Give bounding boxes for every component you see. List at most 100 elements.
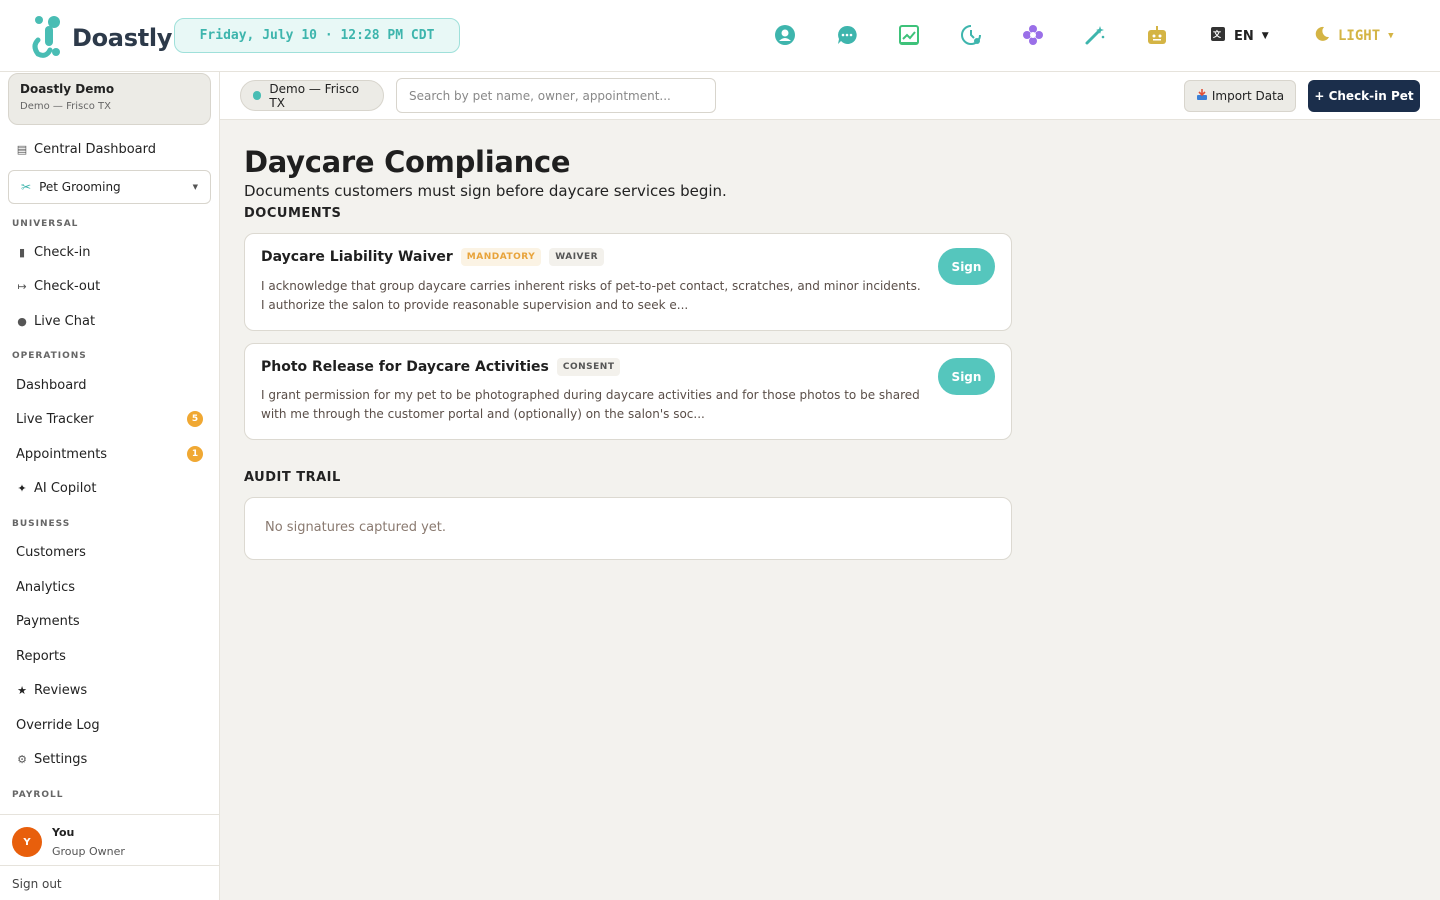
chat-icon: ● bbox=[17, 314, 27, 328]
user-role: Group Owner bbox=[52, 845, 125, 858]
sidebar-item-label: Reviews bbox=[34, 682, 88, 698]
search-input[interactable] bbox=[396, 78, 716, 113]
clipboard-icon: ▮ bbox=[18, 245, 26, 259]
moon-icon bbox=[1314, 26, 1330, 46]
sidebar-item-label: Appointments bbox=[16, 446, 108, 462]
check-in-pet-button[interactable]: + Check-in Pet bbox=[1308, 80, 1420, 112]
sidebar-item-label: AI Copilot bbox=[34, 480, 97, 496]
document-header: Daycare Liability Waiver MANDATORY WAIVE… bbox=[261, 248, 605, 266]
document-card: Photo Release for Daycare Activities CON… bbox=[244, 343, 1012, 440]
section-operations: OPERATIONS bbox=[12, 351, 87, 361]
avatar: Y bbox=[12, 827, 42, 857]
sidebar-item-customers[interactable]: Customers bbox=[16, 541, 206, 563]
document-type-badge: CONSENT bbox=[556, 358, 621, 376]
sparkle-icon: ✦ bbox=[17, 481, 27, 495]
sidebar-item-label: Live Chat bbox=[34, 313, 96, 329]
sidebar-item-dashboard[interactable]: Dashboard bbox=[16, 374, 206, 396]
location-selector[interactable]: Demo — Frisco TX bbox=[240, 80, 384, 111]
chevron-down-icon: ▼ bbox=[192, 183, 198, 191]
svg-text:文: 文 bbox=[1213, 29, 1222, 39]
sidebar-item-reviews[interactable]: ★ Reviews bbox=[16, 679, 206, 701]
sidebar-item-label: Customers bbox=[16, 544, 86, 560]
theme-toggle[interactable]: LIGHT ▼ bbox=[1314, 26, 1394, 46]
location-name: Demo — Frisco TX bbox=[269, 81, 360, 110]
sign-button[interactable]: Sign bbox=[938, 248, 995, 285]
sidebar-item-label: Override Log bbox=[16, 717, 100, 733]
audit-trail-heading: AUDIT TRAIL bbox=[244, 470, 341, 485]
exit-icon: ↦ bbox=[17, 279, 27, 293]
flower-icon[interactable] bbox=[1020, 22, 1046, 48]
sidebar-item-label: Live Tracker bbox=[16, 411, 94, 427]
module-name: Pet Grooming bbox=[39, 180, 121, 194]
org-switcher[interactable]: Doastly Demo Demo — Frisco TX bbox=[8, 73, 211, 125]
sidebar-item-check-out[interactable]: ↦ Check-out bbox=[16, 275, 206, 297]
import-label: Import Data bbox=[1211, 89, 1285, 103]
sign-out-link[interactable]: Sign out bbox=[0, 865, 219, 900]
sign-button[interactable]: Sign bbox=[938, 358, 995, 395]
language-selector[interactable]: 文 EN ▼ bbox=[1210, 26, 1269, 46]
documents-heading: DOCUMENTS bbox=[244, 206, 342, 221]
current-datetime: Friday, July 10 · 12:28 PM CDT bbox=[174, 18, 460, 53]
count-badge: 5 bbox=[187, 411, 203, 427]
support-icon[interactable] bbox=[772, 22, 798, 48]
sidebar-item-reports[interactable]: Reports bbox=[16, 645, 206, 667]
document-excerpt: I acknowledge that group daycare carries… bbox=[261, 279, 921, 312]
import-data-button[interactable]: Import Data bbox=[1184, 80, 1296, 112]
dashboard-icon: ▤ bbox=[16, 142, 28, 156]
document-header: Photo Release for Daycare Activities CON… bbox=[261, 358, 621, 376]
sidebar: Doastly Demo Demo — Frisco TX ▤ Central … bbox=[0, 72, 220, 900]
sidebar-item-label: Central Dashboard bbox=[34, 141, 156, 157]
mandatory-badge: MANDATORY bbox=[460, 248, 542, 266]
page-title: Daycare Compliance bbox=[244, 145, 571, 179]
chart-icon[interactable] bbox=[896, 22, 922, 48]
star-icon: ★ bbox=[17, 683, 27, 697]
org-name: Doastly Demo bbox=[20, 82, 115, 96]
sidebar-item-live-tracker[interactable]: Live Tracker 5 bbox=[16, 408, 203, 430]
chat-bubble-icon[interactable] bbox=[834, 22, 860, 48]
sidebar-item-ai-copilot[interactable]: ✦ AI Copilot bbox=[16, 477, 206, 499]
gear-icon: ⚙ bbox=[17, 752, 27, 766]
translate-icon: 文 bbox=[1210, 26, 1226, 46]
import-icon bbox=[1196, 88, 1208, 104]
action-bar: Demo — Frisco TX Import Data + Check-in … bbox=[220, 72, 1440, 120]
sidebar-item-label: Settings bbox=[34, 751, 88, 767]
history-clock-icon[interactable] bbox=[958, 22, 984, 48]
sidebar-item-label: Payments bbox=[16, 613, 80, 629]
document-excerpt: I grant permission for my pet to be phot… bbox=[261, 388, 920, 421]
language-code: EN bbox=[1234, 28, 1254, 44]
dog-logo-icon bbox=[30, 14, 66, 62]
document-type-badge: WAIVER bbox=[549, 248, 605, 266]
sidebar-item-override-log[interactable]: Override Log bbox=[16, 714, 206, 736]
theme-label: LIGHT bbox=[1338, 28, 1381, 44]
scissors-icon: ✂ bbox=[21, 180, 32, 194]
section-payroll: PAYROLL bbox=[12, 790, 64, 800]
section-universal: UNIVERSAL bbox=[12, 219, 79, 229]
sidebar-item-live-chat[interactable]: ● Live Chat bbox=[16, 310, 206, 332]
module-selector[interactable]: ✂ Pet Grooming ▼ bbox=[8, 170, 211, 204]
app-name: Doastly bbox=[72, 24, 173, 52]
document-card: Daycare Liability Waiver MANDATORY WAIVE… bbox=[244, 233, 1012, 331]
section-business: BUSINESS bbox=[12, 519, 71, 529]
audit-trail-empty: No signatures captured yet. bbox=[244, 497, 1012, 560]
sidebar-item-appointments[interactable]: Appointments 1 bbox=[16, 443, 203, 465]
user-profile[interactable]: Y You Group Owner bbox=[0, 814, 219, 865]
document-title: Photo Release for Daycare Activities bbox=[261, 359, 549, 375]
status-dot-icon bbox=[253, 91, 262, 100]
sidebar-item-central-dashboard[interactable]: ▤ Central Dashboard bbox=[16, 138, 206, 160]
count-badge: 1 bbox=[187, 446, 203, 462]
sidebar-item-payments[interactable]: Payments bbox=[16, 610, 206, 632]
sidebar-item-label: Dashboard bbox=[16, 377, 87, 393]
magic-wand-icon[interactable] bbox=[1082, 22, 1108, 48]
sidebar-item-check-in[interactable]: ▮ Check-in bbox=[16, 241, 206, 263]
app-logo[interactable]: Doastly bbox=[30, 14, 172, 62]
sidebar-item-label: Reports bbox=[16, 648, 66, 664]
top-bar: Doastly Friday, July 10 · 12:28 PM CDT 文… bbox=[0, 0, 1440, 72]
document-title: Daycare Liability Waiver bbox=[261, 249, 453, 265]
sidebar-item-settings[interactable]: ⚙ Settings bbox=[16, 748, 206, 770]
sidebar-item-analytics[interactable]: Analytics bbox=[16, 576, 206, 598]
robot-icon[interactable] bbox=[1144, 22, 1170, 48]
org-location: Demo — Frisco TX bbox=[20, 101, 111, 112]
page-subtitle: Documents customers must sign before day… bbox=[244, 182, 727, 200]
sidebar-item-label: Check-out bbox=[34, 278, 101, 294]
chevron-down-icon: ▼ bbox=[1261, 31, 1269, 41]
